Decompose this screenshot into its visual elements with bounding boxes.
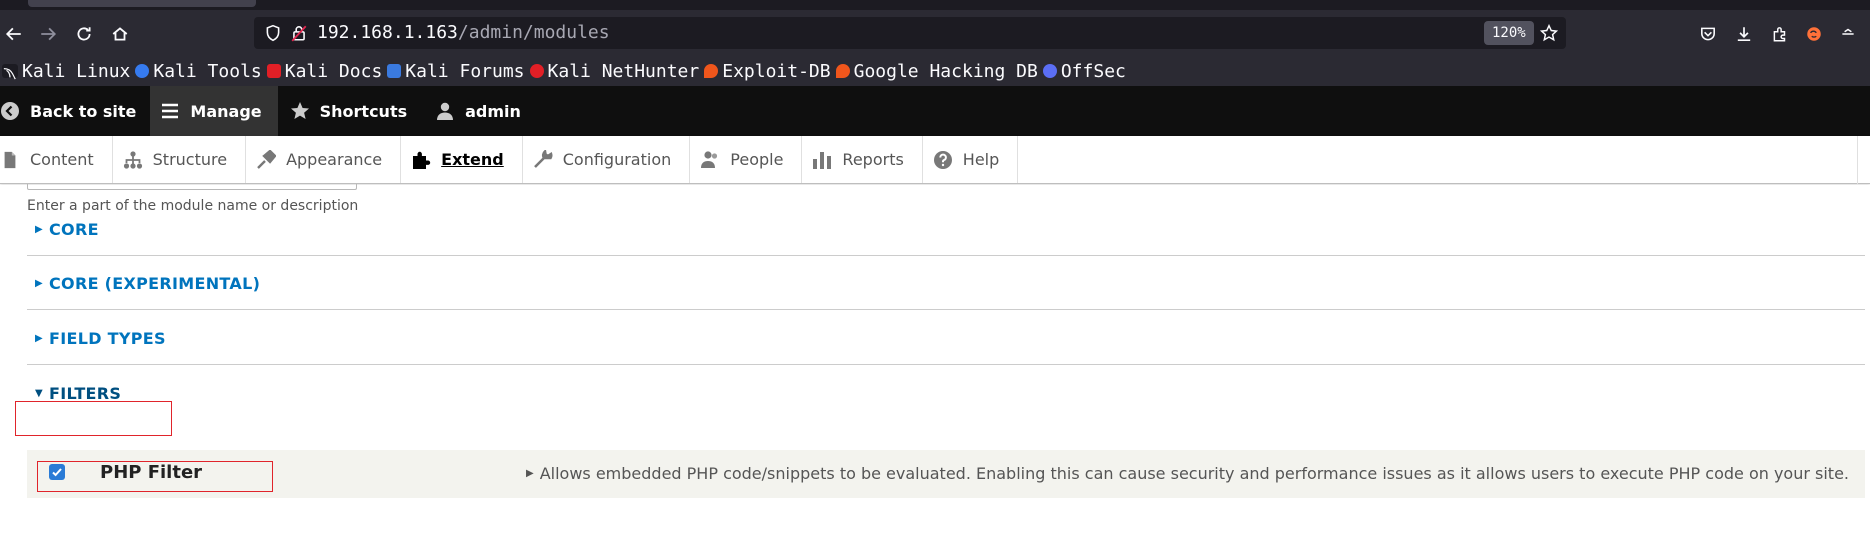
people-icon — [700, 150, 720, 170]
menu-icon[interactable] — [1836, 22, 1860, 46]
admin-toolbar: Back to site Manage Shortcuts admin — [0, 86, 1870, 136]
star-icon[interactable] — [1539, 23, 1559, 42]
tray-label-structure: Structure — [152, 150, 228, 169]
shortcuts-label: Shortcuts — [319, 101, 408, 121]
bookmark-exploit-db[interactable]: Exploit-DB — [702, 56, 833, 86]
package-core-label: CORE — [49, 220, 99, 239]
tray-label-extend: Extend — [441, 150, 504, 169]
reload-icon[interactable] — [72, 22, 96, 46]
bookmark-kali-linux[interactable]: Kali Linux — [0, 56, 133, 86]
package-core-experimental-toggle[interactable]: ▶ CORE (EXPERIMENTAL) — [35, 274, 260, 293]
tray-item-content[interactable]: Content — [0, 136, 113, 183]
forward-icon[interactable] — [36, 22, 60, 46]
manage-label: Manage — [190, 101, 262, 121]
structure-icon — [123, 150, 143, 170]
pocket-icon[interactable] — [1696, 22, 1720, 46]
filters-highlight-box — [15, 401, 172, 436]
url-bar[interactable]: 192.168.1.163/admin/modules 120% — [254, 17, 1566, 49]
tray-orientation-toggle[interactable] — [1857, 136, 1858, 184]
browser-navbar: 192.168.1.163/admin/modules 120% — [0, 10, 1870, 56]
puzzle-icon — [411, 150, 431, 170]
bookmark-kali-nethunter[interactable]: Kali NetHunter — [528, 56, 703, 86]
kali-docs-icon — [266, 64, 281, 78]
bookmark-kali-docs[interactable]: Kali Docs — [265, 56, 386, 86]
file-icon — [0, 150, 20, 170]
manage-tab[interactable]: Manage — [150, 86, 278, 136]
back-to-site-link[interactable]: Back to site — [0, 86, 150, 136]
package-filters[interactable]: ▼ FILTERS — [27, 366, 1865, 420]
browser-tab-strip — [0, 0, 1870, 10]
package-field-types[interactable]: ▶ FIELD TYPES — [27, 311, 1865, 365]
url-text[interactable]: 192.168.1.163/admin/modules — [317, 22, 610, 43]
offsec-icon — [1042, 64, 1057, 78]
user-label: admin — [465, 101, 521, 121]
package-field-types-label: FIELD TYPES — [49, 329, 166, 348]
tray-label-appearance: Appearance — [286, 150, 383, 169]
bookmark-kali-forums[interactable]: Kali Forums — [385, 56, 527, 86]
help-icon — [933, 150, 953, 170]
package-core-toggle[interactable]: ▶ CORE — [35, 220, 99, 239]
package-field-types-toggle[interactable]: ▶ FIELD TYPES — [35, 329, 166, 348]
bookmarks-toolbar: Kali Linux Kali Tools Kali Docs Kali For… — [0, 56, 1870, 86]
tray-label-reports: Reports — [842, 150, 904, 169]
browser-tab[interactable] — [28, 0, 256, 7]
exploit-db-icon — [704, 64, 719, 78]
bookmark-kali-tools[interactable]: Kali Tools — [133, 56, 264, 86]
tray-label-configuration: Configuration — [562, 150, 672, 169]
brush-icon — [256, 149, 277, 170]
tray-item-configuration[interactable]: Configuration — [523, 136, 691, 183]
hamburger-icon — [160, 101, 180, 121]
tray-label-content: Content — [30, 150, 94, 169]
wrench-icon — [533, 149, 553, 170]
triangle-right-icon: ▶ — [35, 278, 43, 289]
triangle-down-icon: ▼ — [35, 388, 43, 399]
kali-tools-icon — [135, 64, 150, 78]
triangle-right-icon: ▶ — [35, 224, 43, 235]
firefox-account-icon[interactable] — [1802, 22, 1826, 46]
tray-item-help[interactable]: Help — [923, 136, 1019, 183]
shield-icon[interactable] — [264, 24, 282, 42]
package-core-experimental[interactable]: ▶ CORE (EXPERIMENTAL) — [27, 256, 1865, 310]
triangle-right-icon: ▶ — [525, 468, 534, 479]
tray-item-extend[interactable]: Extend — [401, 136, 523, 183]
zoom-level-badge[interactable]: 120% — [1484, 21, 1534, 45]
user-icon — [435, 101, 455, 121]
chevron-left-circle-icon — [0, 101, 20, 121]
tray-item-reports[interactable]: Reports — [802, 136, 923, 183]
shortcuts-tab[interactable]: Shortcuts — [278, 86, 422, 136]
star-icon — [290, 101, 310, 121]
ghdb-icon — [835, 64, 850, 78]
php-filter-highlight-box — [37, 461, 273, 492]
kali-forums-icon — [387, 64, 402, 78]
package-core-experimental-label: CORE (EXPERIMENTAL) — [49, 274, 261, 293]
home-icon[interactable] — [108, 22, 132, 46]
triangle-right-icon: ▶ — [35, 333, 43, 344]
package-core[interactable]: ▶ CORE — [27, 202, 1865, 256]
bar-chart-icon — [812, 150, 832, 170]
tray-label-help: Help — [962, 150, 1000, 169]
module-description: Allows embedded PHP code/snippets to be … — [539, 464, 1849, 483]
tray-label-people: People — [730, 150, 784, 169]
module-filter-input[interactable] — [27, 184, 357, 190]
module-description-toggle[interactable]: ▶ Allows embedded PHP code/snippets to be… — [526, 464, 1849, 483]
module-row-php-filter: PHP Filter ▶ Allows embedded PHP code/sni… — [27, 450, 1865, 498]
main-content: Enter a part of the module name or descr… — [0, 184, 1870, 539]
user-tab[interactable]: admin — [421, 86, 535, 136]
back-icon[interactable] — [2, 22, 26, 46]
back-to-site-label: Back to site — [30, 101, 137, 121]
admin-tray: Content Structure Appearance Extend Conf… — [0, 136, 1870, 184]
nethunter-icon — [529, 64, 544, 78]
kali-dragon-icon — [2, 64, 18, 80]
bookmark-google-hacking-db[interactable]: Google Hacking DB — [834, 56, 1041, 86]
tray-item-people[interactable]: People — [690, 136, 803, 183]
lock-icon[interactable] — [290, 24, 308, 42]
tray-item-appearance[interactable]: Appearance — [246, 136, 402, 183]
download-icon[interactable] — [1732, 22, 1756, 46]
extensions-icon[interactable] — [1768, 22, 1792, 46]
bookmark-offsec[interactable]: OffSec — [1041, 56, 1129, 86]
tray-item-structure[interactable]: Structure — [113, 136, 247, 183]
